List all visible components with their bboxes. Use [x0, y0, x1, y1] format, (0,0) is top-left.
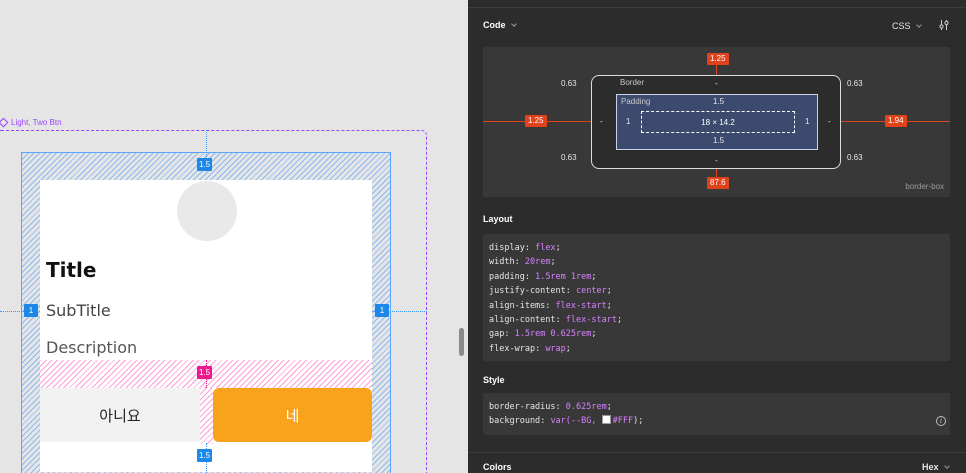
code-value-suffix: ); — [633, 416, 644, 427]
code-color-value: #FFF — [612, 416, 634, 427]
code-value: 0.625rem — [565, 402, 607, 412]
no-button[interactable]: 아니요 — [40, 388, 200, 442]
gap-badge: 1.5 — [197, 366, 213, 379]
radius-bottom-right-value[interactable]: 0.63 — [847, 153, 863, 162]
style-code-block[interactable]: border-radius: 0.625rem; background: var(… — [483, 393, 950, 435]
code-value: flex — [535, 243, 556, 253]
padding-left-value[interactable]: 1 — [626, 117, 630, 126]
code-property: align-content — [489, 315, 556, 326]
card-description[interactable]: Description — [46, 338, 137, 357]
code-header-label: Code — [483, 20, 506, 30]
top-padding-badge: 1.5 — [197, 158, 213, 171]
radius-bottom-left-value[interactable]: 0.63 — [561, 153, 577, 162]
margin-left-value[interactable]: 1.25 — [525, 115, 547, 127]
yes-button[interactable]: 네 — [213, 388, 372, 442]
style-header: Style — [483, 375, 505, 385]
code-value: 1.5rem 1rem — [535, 271, 592, 282]
layout-code-block[interactable]: display: flex; width: 20rem; padding: 1.5r… — [483, 234, 950, 361]
code-value: 20rem — [524, 257, 551, 268]
card-title[interactable]: Title — [46, 258, 96, 282]
code-line: padding: 1.5rem 1rem; — [489, 271, 597, 282]
content-size-value: 18 × 14.2 — [701, 117, 735, 127]
code-property: gap — [489, 329, 505, 340]
code-value: flex-start — [555, 300, 607, 311]
code-section-toggle[interactable]: Code — [483, 20, 517, 30]
component-icon — [0, 117, 9, 128]
colors-divider — [468, 452, 966, 453]
panel-top-divider — [468, 7, 966, 8]
code-line: width: 20rem; — [489, 257, 556, 268]
code-line: border-radius: 0.625rem; — [489, 402, 612, 412]
code-property: border-radius — [489, 402, 556, 412]
radius-top-left-value[interactable]: 0.63 — [561, 79, 577, 88]
code-line: align-items: flex-start; — [489, 300, 612, 311]
frame-label-text: Light, Two Btn — [11, 118, 62, 127]
design-canvas[interactable]: Light, Two Btn Title SubTitle Descriptio… — [0, 0, 468, 473]
border-left-value[interactable]: - — [600, 117, 603, 126]
padding-label: Padding — [621, 97, 651, 106]
left-padding-badge: 1 — [24, 304, 38, 317]
button-gap-overlay — [200, 388, 213, 444]
code-line: justify-content: center; — [489, 286, 612, 297]
language-select[interactable]: CSS — [892, 21, 922, 31]
bottom-padding-badge: 1.5 — [197, 449, 213, 462]
code-value-prefix: var(--BG, — [550, 416, 602, 427]
code-value: center — [576, 286, 607, 297]
color-format-value: Hex — [922, 462, 939, 472]
code-property: align-items — [489, 300, 546, 311]
panel-resize-handle[interactable] — [459, 328, 464, 356]
code-line: align-content: flex-start; — [489, 315, 623, 326]
chevron-down-icon — [915, 22, 922, 28]
content-size-box: 18 × 14.2 — [641, 111, 795, 133]
colors-header: Colors — [483, 462, 512, 472]
avatar-placeholder[interactable] — [177, 181, 237, 241]
code-line: gap: 1.5rem 0.625rem; — [489, 329, 597, 340]
margin-bottom-value[interactable]: 87.6 — [707, 177, 729, 189]
inspector-panel: Code CSS 1.25 1.25 1.94 87.6 Border - - … — [468, 0, 966, 473]
code-property: width — [489, 257, 515, 268]
sliders-settings-icon[interactable] — [938, 19, 950, 31]
layout-header: Layout — [483, 214, 513, 224]
box-model-diagram: 1.25 1.25 1.94 87.6 Border - - - - Paddi… — [483, 47, 950, 197]
border-label: Border — [620, 78, 645, 87]
code-property: justify-content — [489, 286, 566, 297]
color-swatch[interactable] — [601, 415, 611, 425]
margin-right-value[interactable]: 1.94 — [885, 115, 907, 127]
code-property: display — [489, 243, 525, 253]
code-line: flex-wrap: wrap; — [489, 343, 571, 354]
right-padding-badge: 1 — [375, 304, 389, 317]
code-line: background: var(--BG, #FFF); — [489, 415, 644, 427]
border-top-value[interactable]: - — [715, 79, 718, 88]
frame-label[interactable]: Light, Two Btn — [0, 117, 62, 128]
chevron-down-icon — [943, 463, 950, 469]
code-property: padding — [489, 271, 525, 282]
radius-top-right-value[interactable]: 0.63 — [847, 79, 863, 88]
chevron-down-icon — [510, 21, 517, 27]
code-value: flex-start — [565, 315, 617, 326]
padding-box: Padding 1.5 1 1 1.5 18 × 14.2 — [616, 94, 818, 150]
info-icon[interactable]: i — [936, 416, 946, 426]
padding-top-value[interactable]: 1.5 — [713, 97, 724, 106]
padding-right-value[interactable]: 1 — [805, 117, 809, 126]
border-box: Border - - - - Padding 1.5 1 1 1.5 18 × … — [591, 75, 841, 169]
language-select-value: CSS — [892, 21, 911, 31]
border-bottom-value[interactable]: - — [715, 156, 718, 165]
code-line: display: flex; — [489, 243, 561, 253]
code-property: background — [489, 416, 541, 427]
code-value: 1.5rem 0.625rem — [514, 329, 592, 340]
padding-bottom-value[interactable]: 1.5 — [713, 136, 724, 145]
card-subtitle[interactable]: SubTitle — [46, 301, 111, 320]
margin-top-value[interactable]: 1.25 — [707, 53, 729, 65]
border-right-value[interactable]: - — [828, 117, 831, 126]
code-value: wrap — [545, 343, 566, 354]
code-property: flex-wrap — [489, 343, 536, 354]
box-sizing-label: border-box — [905, 182, 944, 191]
color-format-select[interactable]: Hex — [922, 462, 950, 472]
